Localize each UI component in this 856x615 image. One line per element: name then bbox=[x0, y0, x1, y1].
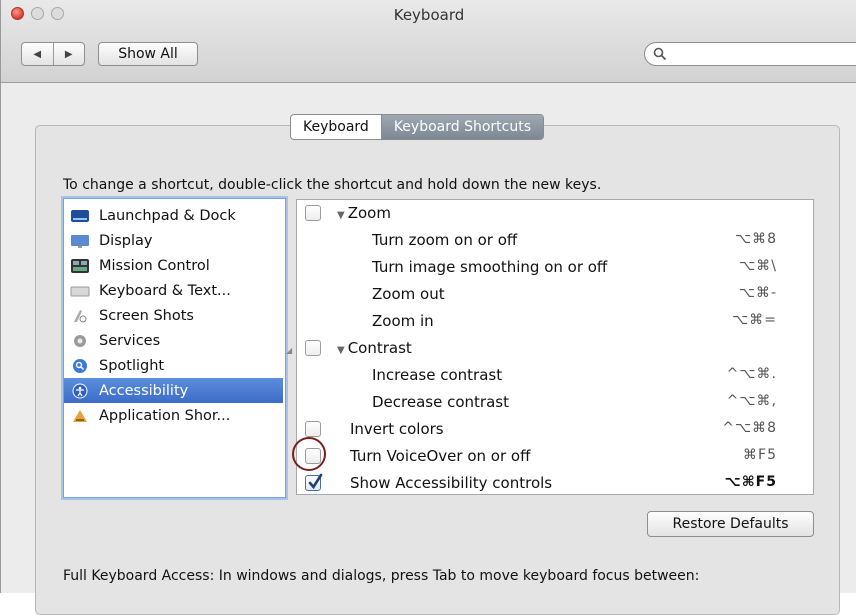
screenshot-icon bbox=[70, 308, 90, 324]
shortcut-row[interactable]: Show Accessibility controls ⌥⌘F5 bbox=[297, 470, 813, 497]
gear-icon bbox=[70, 333, 90, 349]
category-spotlight[interactable]: Spotlight bbox=[64, 353, 283, 378]
shortcut-key[interactable]: ⌥⌘= bbox=[732, 312, 777, 328]
show-all-button[interactable]: Show All bbox=[98, 42, 198, 66]
tab-keyboard[interactable]: Keyboard bbox=[291, 115, 381, 139]
shortcut-name: Show Accessibility controls bbox=[350, 474, 553, 492]
spotlight-icon bbox=[70, 358, 90, 374]
zoom-group-checkbox[interactable] bbox=[305, 205, 321, 221]
shortcut-group-zoom[interactable]: ▼ Zoom bbox=[297, 200, 813, 227]
instruction-text: To change a shortcut, double-click the s… bbox=[63, 177, 602, 193]
shortcut-name: Invert colors bbox=[350, 420, 444, 438]
shortcut-key[interactable]: ⌥⌘\ bbox=[739, 258, 777, 274]
window-title: Keyboard bbox=[393, 6, 465, 24]
category-launchpad-dock[interactable]: Launchpad & Dock bbox=[64, 203, 283, 228]
category-keyboard-text[interactable]: Keyboard & Text... bbox=[64, 278, 283, 303]
forward-arrow-icon[interactable]: ▶ bbox=[52, 43, 85, 65]
back-arrow-icon[interactable]: ◀ bbox=[22, 43, 53, 65]
app-shortcuts-icon bbox=[70, 408, 90, 424]
highlight-ring bbox=[292, 437, 326, 471]
shortcut-key[interactable]: ^⌥⌘8 bbox=[722, 420, 777, 436]
shortcut-row[interactable]: Decrease contrast ^⌥⌘, bbox=[297, 389, 813, 416]
category-list[interactable]: Launchpad & Dock Display Mission Control… bbox=[63, 198, 286, 498]
shortcut-key[interactable]: ⌥⌘8 bbox=[735, 231, 777, 247]
search-icon bbox=[653, 47, 667, 61]
title-bar: Keyboard ◀ ▶ Show All bbox=[1, 0, 856, 83]
shortcut-row[interactable]: Turn VoiceOver on or off ⌘F5 bbox=[297, 443, 813, 470]
shortcut-key[interactable]: ⌥⌘- bbox=[739, 285, 777, 301]
shortcut-row[interactable]: Turn image smoothing on or off ⌥⌘\ bbox=[297, 254, 813, 281]
shortcut-group-contrast[interactable]: ▼ Contrast bbox=[297, 335, 813, 362]
keyboard-icon bbox=[70, 283, 90, 299]
display-icon bbox=[70, 233, 90, 249]
category-services[interactable]: Services bbox=[64, 328, 283, 353]
shortcut-name: Turn zoom on or off bbox=[372, 231, 518, 249]
shortcut-name: Turn image smoothing on or off bbox=[372, 258, 608, 276]
shortcut-row[interactable]: Zoom in ⌥⌘= bbox=[297, 308, 813, 335]
shortcut-row[interactable]: Increase contrast ^⌥⌘. bbox=[297, 362, 813, 389]
mission-control-icon bbox=[70, 258, 90, 274]
launchpad-icon bbox=[70, 208, 90, 224]
disclosure-triangle-icon[interactable]: ▼ bbox=[337, 210, 345, 221]
shortcut-key[interactable]: ⌥⌘F5 bbox=[725, 474, 777, 490]
shortcut-row[interactable]: Invert colors ^⌥⌘8 bbox=[297, 416, 813, 443]
back-forward-control: ◀ ▶ bbox=[21, 42, 85, 66]
shortcut-name: Decrease contrast bbox=[372, 393, 509, 411]
accessibility-controls-checkbox[interactable] bbox=[305, 473, 323, 491]
shortcut-key[interactable]: ^⌥⌘, bbox=[727, 393, 777, 409]
shortcut-row[interactable]: Turn zoom on or off ⌥⌘8 bbox=[297, 227, 813, 254]
shortcut-name: Zoom out bbox=[372, 285, 445, 303]
shortcut-list[interactable]: ▼ Zoom Turn zoom on or off ⌥⌘8 Turn image… bbox=[296, 199, 814, 495]
category-accessibility[interactable]: Accessibility bbox=[64, 378, 283, 403]
shortcut-row[interactable]: Zoom out ⌥⌘- bbox=[297, 281, 813, 308]
shortcut-name: Increase contrast bbox=[372, 366, 503, 384]
accessibility-icon bbox=[70, 383, 90, 399]
restore-defaults-button[interactable]: Restore Defaults bbox=[647, 511, 814, 537]
contrast-group-checkbox[interactable] bbox=[305, 340, 321, 356]
category-mission-control[interactable]: Mission Control bbox=[64, 253, 283, 278]
splitter-handle-icon[interactable]: ◢ bbox=[286, 346, 292, 355]
full-keyboard-access-text: Full Keyboard Access: In windows and dia… bbox=[63, 568, 700, 584]
category-screen-shots[interactable]: Screen Shots bbox=[64, 303, 283, 328]
category-application-shortcuts[interactable]: Application Shor... bbox=[64, 403, 283, 428]
preferences-window: Keyboard ◀ ▶ Show All Keyboard Keyboard … bbox=[0, 0, 856, 615]
shortcut-key[interactable]: ⌘F5 bbox=[743, 447, 777, 463]
disclosure-triangle-icon[interactable]: ▼ bbox=[337, 345, 345, 356]
shortcut-name: Contrast bbox=[347, 339, 412, 357]
tab-bar: Keyboard Keyboard Shortcuts bbox=[290, 114, 544, 140]
shortcut-name: Zoom in bbox=[372, 312, 434, 330]
shortcut-name: Zoom bbox=[347, 204, 391, 222]
invert-colors-checkbox[interactable] bbox=[305, 421, 321, 437]
checkmark-icon bbox=[308, 473, 323, 490]
search-field[interactable] bbox=[644, 42, 856, 66]
shortcut-name: Turn VoiceOver on or off bbox=[350, 447, 531, 465]
category-display[interactable]: Display bbox=[64, 228, 283, 253]
shortcut-key[interactable]: ^⌥⌘. bbox=[727, 366, 777, 382]
tab-keyboard-shortcuts[interactable]: Keyboard Shortcuts bbox=[380, 115, 543, 139]
